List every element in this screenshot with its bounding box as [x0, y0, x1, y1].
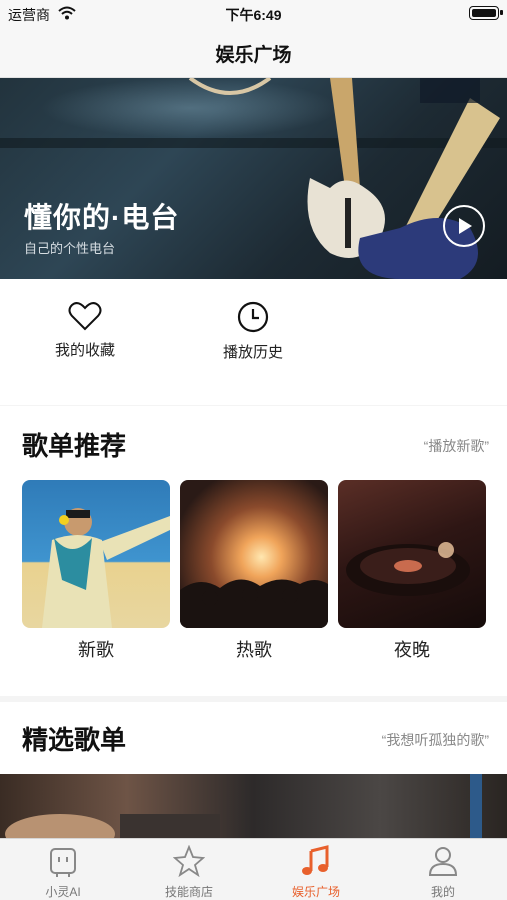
- featured-section-title: 精选歌单: [22, 725, 127, 755]
- page-title: 娱乐广场: [215, 45, 292, 66]
- nav-bar: 娱乐广场: [0, 28, 507, 78]
- tab-me[interactable]: 我的: [380, 845, 506, 900]
- tab-entertainment[interactable]: 娱乐广场: [253, 845, 379, 900]
- playlist-name-hot: 热歌: [236, 640, 272, 660]
- featured-section: 精选歌单 “我想听孤独的歌”: [0, 702, 507, 838]
- section-title: 歌单推荐: [22, 431, 127, 461]
- play-button[interactable]: [443, 205, 485, 247]
- featured-section-more-link[interactable]: “我想听孤独的歌”: [382, 730, 489, 750]
- quick-actions: 我的收藏 播放历史: [0, 279, 507, 405]
- playlist-card-night[interactable]: 夜晚: [338, 480, 486, 662]
- banner-title: 懂你的·电台: [24, 202, 180, 233]
- star-icon: [173, 845, 205, 877]
- favorites-button[interactable]: 我的收藏: [25, 301, 145, 360]
- tab-label: 小灵AI: [45, 885, 81, 899]
- person-icon: [428, 847, 458, 876]
- heart-icon: [68, 302, 102, 331]
- play-icon: [459, 218, 472, 234]
- clock-icon: [237, 301, 269, 333]
- playlist-name-new: 新歌: [78, 640, 114, 660]
- tab-bar: 小灵AI 技能商店 娱乐广场 我的: [0, 838, 507, 900]
- tab-label: 技能商店: [164, 885, 213, 899]
- playlist-card-hot[interactable]: 热歌: [180, 480, 328, 662]
- section-more-link[interactable]: “播放新歌”: [424, 436, 489, 456]
- robot-icon: [50, 848, 76, 877]
- banner-subtitle: 自己的个性电台: [24, 241, 116, 256]
- favorites-label: 我的收藏: [54, 342, 115, 359]
- playlist-cover-night: [338, 480, 486, 628]
- featured-playlist-cover[interactable]: [0, 774, 507, 838]
- tab-label: 娱乐广场: [291, 885, 340, 899]
- battery-icon: [469, 6, 503, 20]
- playlist-card-new[interactable]: 新歌: [22, 480, 170, 662]
- playlist-section: 歌单推荐 “播放新歌” 新歌 热歌 夜晚: [0, 406, 507, 696]
- tab-skill-store[interactable]: 技能商店: [126, 845, 252, 900]
- history-button[interactable]: 播放历史: [193, 301, 313, 362]
- radio-banner[interactable]: 懂你的·电台 自己的个性电台: [0, 78, 507, 279]
- tab-label: 我的: [430, 885, 455, 899]
- playlist-cover-new: [22, 480, 170, 628]
- playlist-cover-hot: [180, 480, 328, 628]
- history-label: 播放历史: [222, 344, 283, 361]
- status-time: 下午6:49: [225, 7, 282, 23]
- music-note-icon: [302, 845, 329, 875]
- status-bar: 运营商 下午6:49: [0, 0, 507, 28]
- tab-xiaoling-ai[interactable]: 小灵AI: [0, 845, 126, 900]
- playlist-name-night: 夜晚: [394, 640, 430, 660]
